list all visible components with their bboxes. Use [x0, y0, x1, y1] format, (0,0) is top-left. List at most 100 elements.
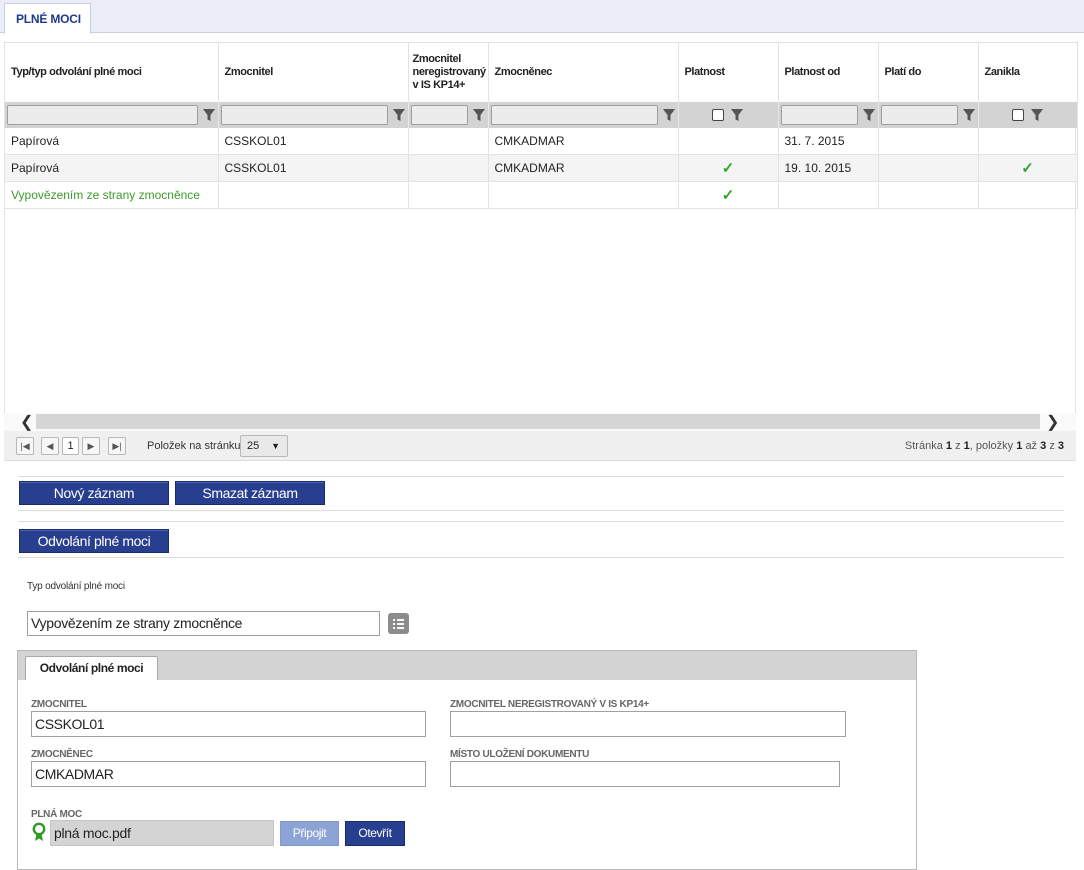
first-page-icon[interactable]: |◀: [16, 437, 34, 455]
revoke-type-label: Typ odvolání plné moci: [27, 581, 125, 592]
check-icon: ✓: [721, 187, 735, 204]
scroll-right-icon[interactable]: ❯: [1046, 412, 1059, 432]
list-icon: [393, 619, 404, 629]
filter-input-platnost-od[interactable]: [780, 104, 858, 125]
chevron-down-icon: ▼: [271, 441, 280, 451]
cell-nereg: [408, 154, 489, 182]
cell-zmocnenec: CMKADMAR: [488, 154, 679, 182]
cell-platnost-od: [778, 181, 879, 209]
divider: [18, 510, 1064, 511]
filter-input-zmocnenec[interactable]: [490, 104, 658, 125]
divider: [18, 476, 1064, 477]
grid-filter-row: [5, 101, 1078, 128]
plna-moc-label: PLNÁ MOC: [31, 809, 82, 820]
cell-plati-do: [878, 181, 979, 209]
col-header-plati-do[interactable]: Platí do: [878, 42, 979, 102]
col-header-zmocnenec[interactable]: Zmocněnec: [488, 42, 679, 102]
filter-funnel-icon[interactable]: [202, 108, 216, 122]
file-name-field: plná moc.pdf: [50, 820, 274, 846]
check-icon: ✓: [1021, 160, 1034, 177]
filter-funnel-icon[interactable]: [962, 108, 976, 122]
powers-of-attorney-grid: Typ/typ odvolání plné moci Zmocnitel Zmo…: [4, 42, 1078, 460]
cell-zanikla: [978, 127, 1078, 155]
cell-typ: Papírová: [5, 127, 219, 155]
filter-input-zmocnitel[interactable]: [220, 104, 388, 125]
cell-nereg: [408, 181, 489, 209]
divider: [18, 557, 1064, 558]
col-header-nereg[interactable]: Zmocnitel neregistrovaný v IS KP14+: [408, 42, 489, 102]
cell-zmocnenec: [488, 181, 679, 209]
revoke-button[interactable]: Odvolání plné moci: [19, 529, 169, 553]
delete-record-button[interactable]: Smazat záznam: [175, 481, 325, 505]
misto-field[interactable]: [450, 761, 840, 787]
current-page[interactable]: 1: [62, 437, 79, 455]
cell-zanikla: [978, 181, 1078, 209]
nereg-field[interactable]: [450, 711, 846, 737]
filter-input-plati-do[interactable]: [880, 104, 958, 125]
filter-funnel-icon[interactable]: [392, 108, 406, 122]
cell-zmocnitel: [218, 181, 409, 209]
cell-platnost: ✓: [678, 154, 779, 182]
cell-plati-do: [878, 154, 979, 182]
cell-plati-do: [878, 127, 979, 155]
filter-checkbox-zanikla[interactable]: [1011, 108, 1024, 121]
col-header-zmocnitel[interactable]: Zmocnitel: [218, 42, 409, 102]
open-button[interactable]: Otevřít: [345, 821, 405, 846]
cell-zmocnitel: CSSKOL01: [218, 154, 409, 182]
zmocnenec-field[interactable]: CMKADMAR: [31, 761, 426, 787]
list-picker-button[interactable]: [388, 613, 409, 634]
horizontal-scrollbar[interactable]: ❮ ❯: [4, 413, 1076, 431]
grid-table: Typ/typ odvolání plné moci Zmocnitel Zmo…: [5, 42, 1078, 209]
pager-info: Stránka 1 z 1, položky 1 až 3 z 3: [904, 440, 1064, 452]
cell-platnost: ✓: [678, 181, 779, 209]
last-page-icon[interactable]: ▶|: [108, 437, 126, 455]
col-header-typ[interactable]: Typ/typ odvolání plné moci: [5, 42, 219, 102]
certificate-icon: [32, 822, 46, 841]
attach-button[interactable]: Připojit: [280, 821, 339, 846]
cell-typ: Papírová: [5, 154, 219, 182]
cell-zmocnenec: CMKADMAR: [488, 127, 679, 155]
scrollbar-thumb[interactable]: [36, 414, 1040, 429]
cell-platnost: [678, 127, 779, 155]
filter-input-nereg[interactable]: [410, 104, 468, 125]
cell-zanikla: ✓: [978, 154, 1078, 182]
filter-funnel-icon[interactable]: [1030, 108, 1044, 122]
table-row[interactable]: Papírová CSSKOL01 CMKADMAR ✓ 19. 10. 201…: [5, 154, 1078, 182]
cell-zmocnitel: CSSKOL01: [218, 127, 409, 155]
col-header-zanikla[interactable]: Zanikla: [978, 42, 1078, 102]
cell-typ: Vypovězením ze strany zmocněnce: [5, 181, 219, 209]
next-page-icon[interactable]: ▶: [82, 437, 100, 455]
per-page-select[interactable]: 25 ▼: [240, 435, 288, 457]
table-row[interactable]: Vypovězením ze strany zmocněnce ✓: [5, 181, 1078, 209]
col-header-platnost-od[interactable]: Platnost od: [778, 42, 879, 102]
col-header-platnost[interactable]: Platnost: [678, 42, 779, 102]
filter-input-typ[interactable]: [7, 104, 198, 125]
cell-nereg: [408, 127, 489, 155]
filter-funnel-icon[interactable]: [730, 108, 744, 122]
per-page-value: 25: [247, 440, 260, 452]
table-row[interactable]: Papírová CSSKOL01 CMKADMAR 31. 7. 2015: [5, 127, 1078, 155]
zmocnenec-label: ZMOCNĚNEC: [31, 749, 93, 760]
pager: |◀ ◀ 1 ▶ ▶| Položek na stránku 25 ▼ Strá…: [4, 431, 1076, 461]
tab-odvolani-plne-moci[interactable]: Odvolání plné moci: [25, 656, 158, 680]
prev-page-icon[interactable]: ◀: [41, 437, 59, 455]
nereg-label: ZMOCNITEL NEREGISTROVANÝ V IS KP14+: [450, 699, 649, 710]
zmocnitel-label: ZMOCNITEL: [31, 699, 87, 710]
cell-platnost-od: 19. 10. 2015: [778, 154, 879, 182]
zmocnitel-field[interactable]: CSSKOL01: [31, 711, 426, 737]
grid-header-row: Typ/typ odvolání plné moci Zmocnitel Zmo…: [5, 42, 1078, 102]
divider: [18, 521, 1064, 522]
detail-tab-bar: Odvolání plné moci: [18, 651, 916, 680]
filter-checkbox-platnost[interactable]: [712, 108, 724, 121]
cell-platnost-od: 31. 7. 2015: [778, 127, 879, 155]
new-record-button[interactable]: Nový záznam: [19, 481, 169, 505]
filter-funnel-icon[interactable]: [662, 108, 676, 122]
misto-label: MÍSTO ULOŽENÍ DOKUMENTU: [450, 749, 590, 760]
tab-plne-moci[interactable]: PLNÉ MOCI: [4, 3, 91, 34]
scroll-left-icon[interactable]: ❮: [20, 412, 33, 432]
revoke-type-field[interactable]: Vypovězením ze strany zmocněnce: [27, 611, 380, 636]
per-page-label: Položek na stránku: [147, 440, 241, 452]
filter-funnel-icon[interactable]: [472, 108, 486, 122]
tab-strip: PLNÉ MOCI: [0, 0, 1084, 34]
filter-funnel-icon[interactable]: [862, 108, 876, 122]
